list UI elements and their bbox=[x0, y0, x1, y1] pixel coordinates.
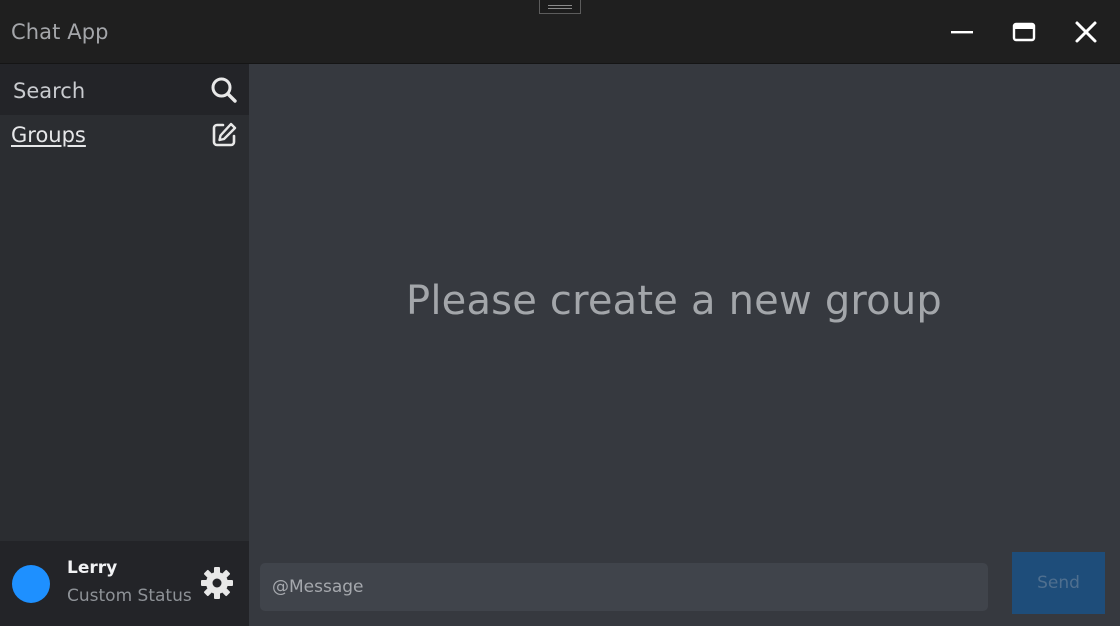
sidebar: Search Groups Lerry Custom Status bbox=[0, 64, 249, 626]
maximize-icon bbox=[1012, 20, 1036, 44]
user-panel: Lerry Custom Status bbox=[0, 541, 249, 626]
minimize-icon bbox=[950, 20, 974, 44]
user-status: Custom Status bbox=[67, 586, 192, 606]
groups-link[interactable]: Groups bbox=[11, 123, 86, 147]
search-icon[interactable] bbox=[208, 74, 240, 106]
drag-handle[interactable] bbox=[539, 0, 581, 14]
chat-area: Please create a new group Send bbox=[249, 64, 1120, 626]
gear-icon[interactable] bbox=[198, 564, 236, 602]
edit-icon[interactable] bbox=[208, 119, 240, 151]
user-name: Lerry bbox=[67, 558, 118, 578]
maximize-button[interactable] bbox=[1008, 16, 1040, 48]
empty-state-message: Please create a new group bbox=[406, 278, 942, 324]
groups-header: Groups bbox=[0, 115, 249, 159]
minimize-button[interactable] bbox=[946, 16, 978, 48]
title-bar[interactable]: Chat App bbox=[0, 0, 1120, 64]
chat-app-window: Chat App Search Groups Lerry Custom Stat… bbox=[0, 0, 1120, 626]
search-label: Search bbox=[13, 79, 86, 103]
close-icon bbox=[1074, 20, 1098, 44]
avatar[interactable] bbox=[12, 565, 50, 603]
message-input[interactable] bbox=[260, 563, 988, 611]
close-button[interactable] bbox=[1070, 16, 1102, 48]
search-bar[interactable]: Search bbox=[0, 64, 249, 115]
app-title: Chat App bbox=[11, 20, 109, 44]
send-button[interactable]: Send bbox=[1012, 552, 1105, 614]
